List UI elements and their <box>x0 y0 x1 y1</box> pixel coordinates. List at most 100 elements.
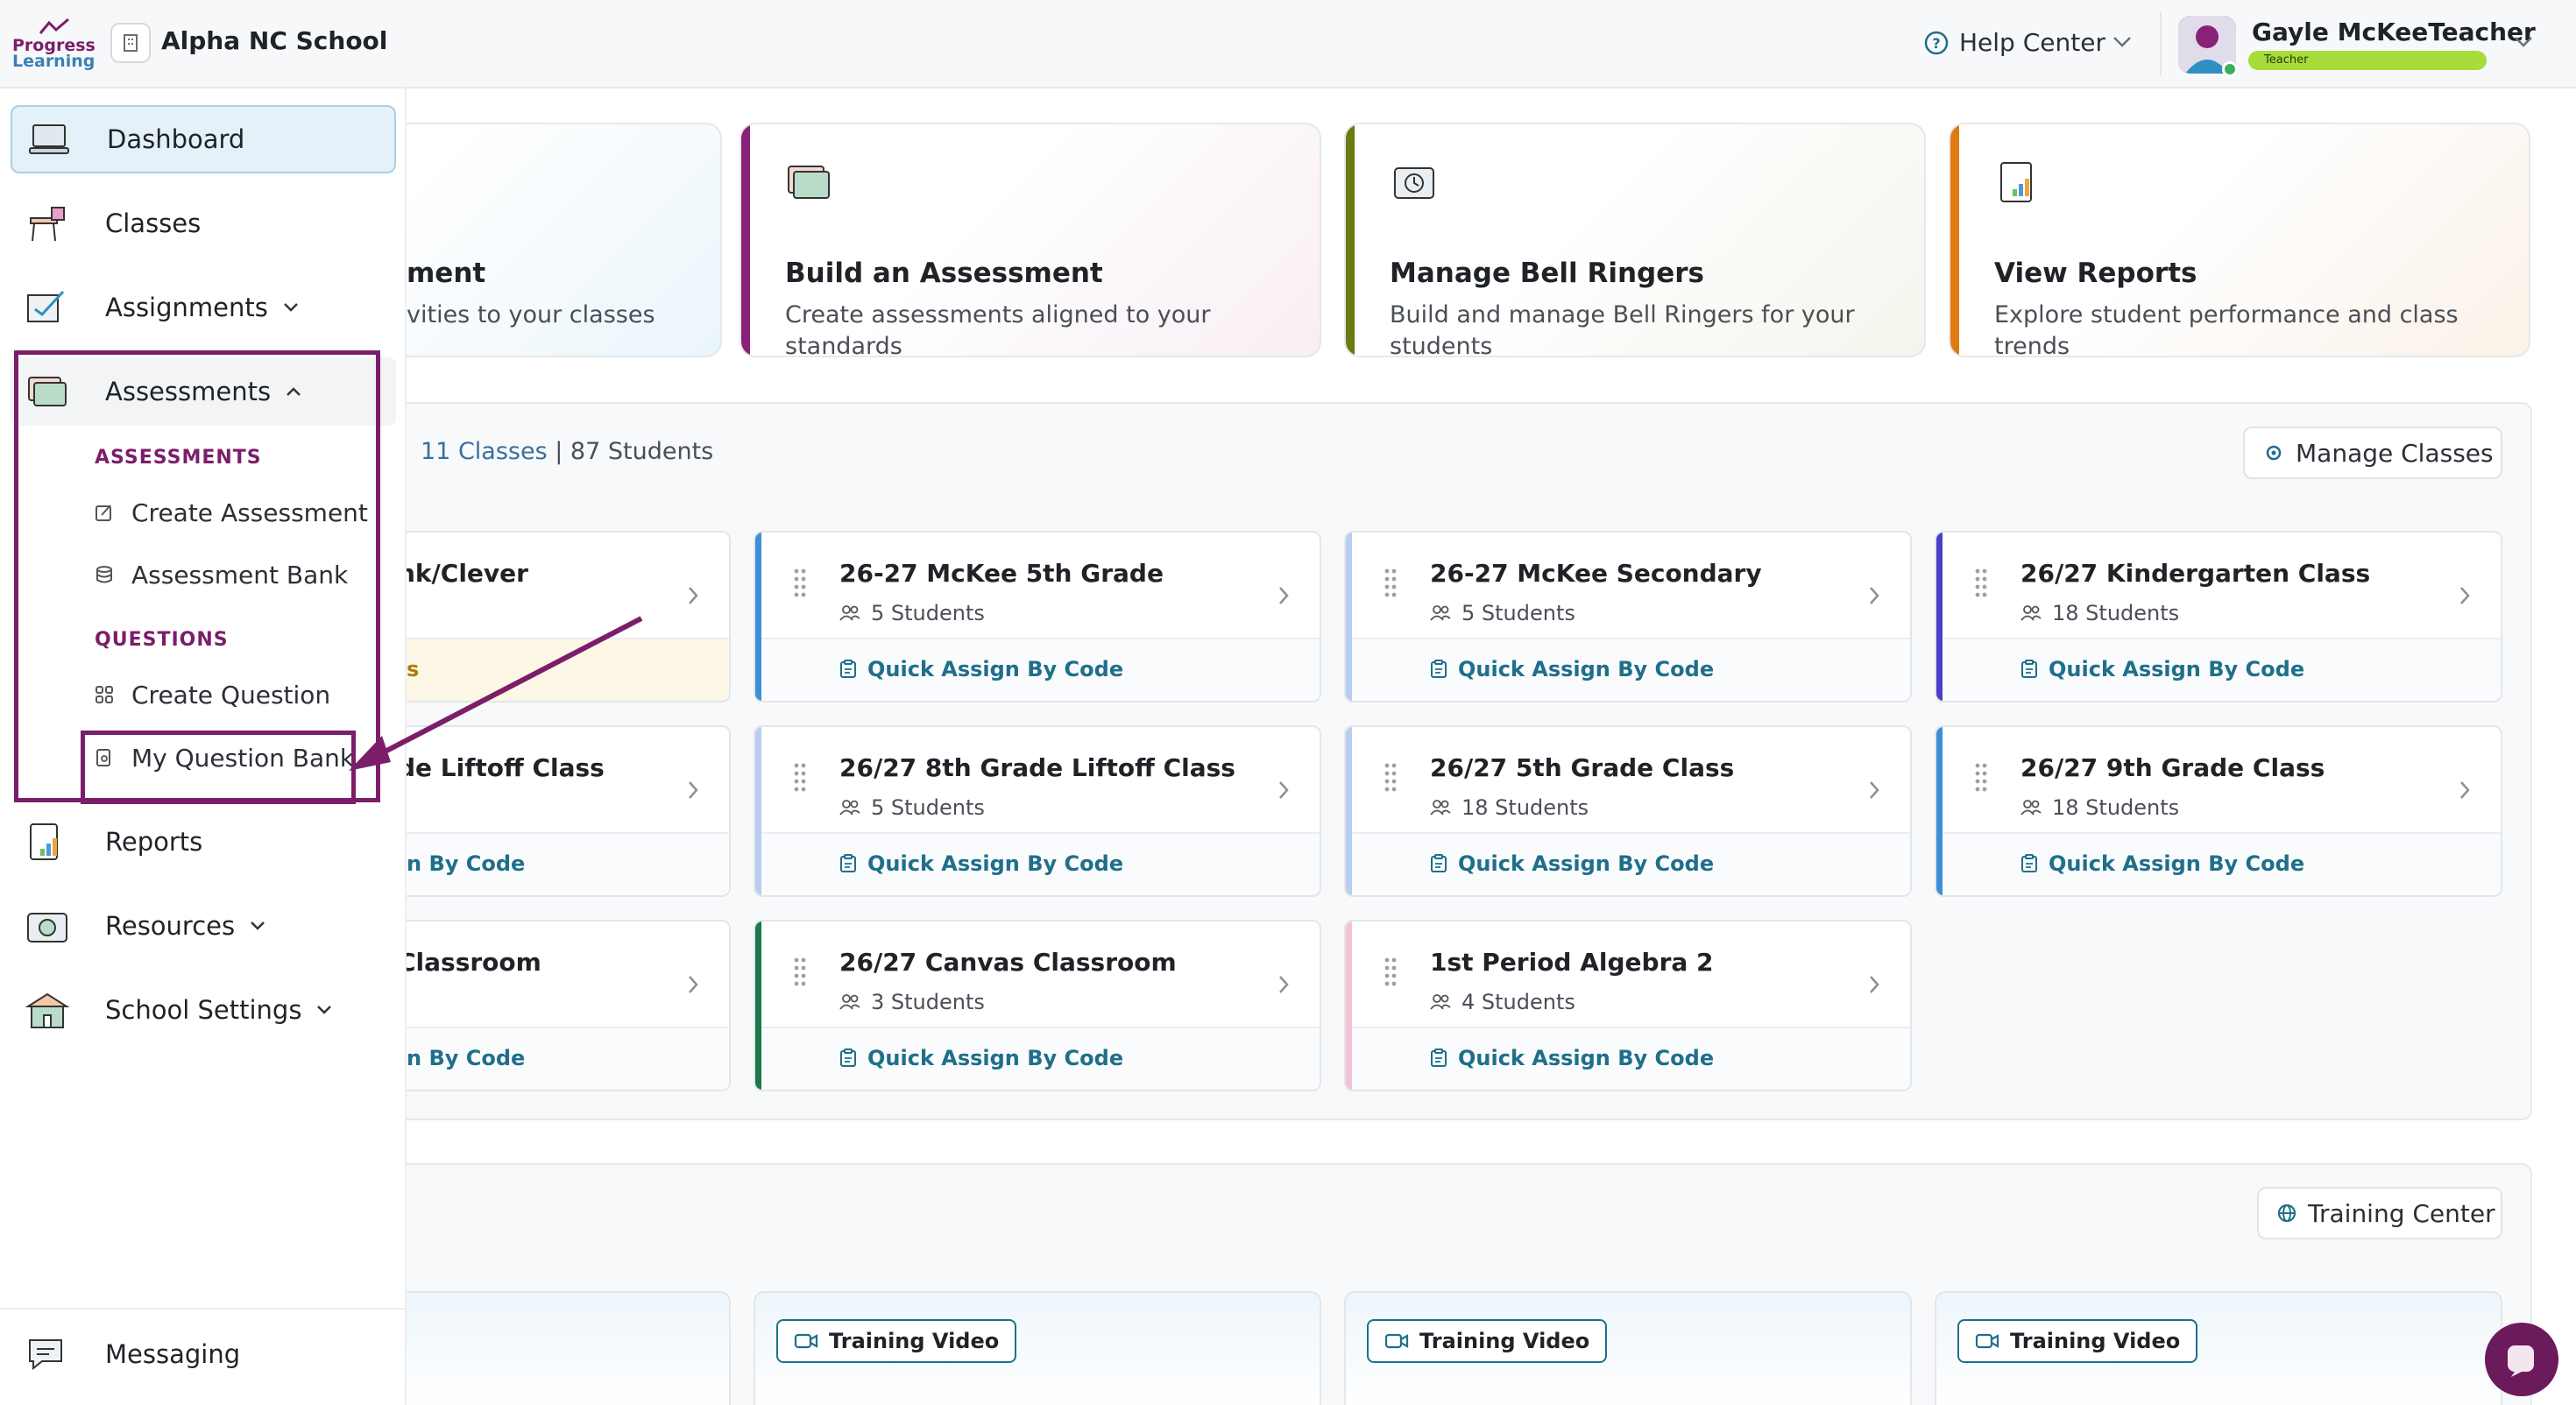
students-icon <box>1430 994 1451 1010</box>
class-name[interactable]: 26/27 Canvas Classroom <box>839 948 1177 977</box>
class-card[interactable]: 26-27 McKee 5th Grade 5 Students Quick A… <box>754 531 1321 702</box>
quick-assign-link[interactable]: Quick Assign By Code <box>2020 851 2304 876</box>
school-name[interactable]: Alpha NC School <box>161 26 387 55</box>
school-building-icon[interactable] <box>110 23 151 63</box>
sidebar-item-messaging[interactable]: Messaging <box>11 1320 396 1388</box>
classroom-desk-icon <box>23 199 72 248</box>
chevron-right-icon[interactable] <box>687 974 699 995</box>
chevron-right-icon[interactable] <box>1868 974 1880 995</box>
stacked-folders-icon <box>785 159 834 201</box>
laptop-icon <box>25 115 74 164</box>
drag-handle-icon[interactable] <box>1384 762 1397 792</box>
card-accent <box>741 124 750 356</box>
sidebar-item-dashboard[interactable]: Dashboard <box>11 105 396 173</box>
chevron-right-icon[interactable] <box>1868 585 1880 606</box>
logo-text-learning: Learning <box>12 52 96 71</box>
drag-handle-icon[interactable] <box>1384 568 1397 597</box>
drag-handle-icon[interactable] <box>1975 568 1987 597</box>
training-card[interactable] <box>407 1291 731 1405</box>
class-card[interactable]: Classroom n By Code <box>407 920 731 1091</box>
help-center-button[interactable]: Help Center <box>1959 28 2105 57</box>
chevron-right-icon[interactable] <box>2459 585 2471 606</box>
class-name[interactable]: 26-27 McKee Secondary <box>1430 559 1762 588</box>
class-card[interactable]: 26/27 Canvas Classroom 3 Students Quick … <box>754 920 1321 1091</box>
class-card[interactable]: 26/27 9th Grade Class 18 Students Quick … <box>1935 725 2502 897</box>
drag-handle-icon[interactable] <box>794 762 806 792</box>
students-icon <box>2020 800 2042 815</box>
class-students: 18 Students <box>2020 601 2179 625</box>
quick-assign-link[interactable]: Quick Assign By Code <box>1430 1046 1714 1070</box>
chat-help-button[interactable] <box>2485 1323 2558 1396</box>
class-card[interactable]: 1st Period Algebra 2 4 Students Quick As… <box>1344 920 1912 1091</box>
sidebar-item-school-settings[interactable]: School Settings <box>11 976 396 1044</box>
class-name[interactable]: 26/27 5th Grade Class <box>1430 753 1734 782</box>
drag-handle-icon[interactable] <box>794 568 806 597</box>
class-name[interactable]: 26/27 Kindergarten Class <box>2020 559 2370 588</box>
students-count: 5 Students <box>871 795 985 820</box>
class-name[interactable]: 26/27 8th Grade Liftoff Class <box>839 753 1235 782</box>
help-circle-icon[interactable]: ? <box>1923 30 1950 56</box>
chevron-right-icon[interactable] <box>687 585 699 606</box>
sidebar-item-assignments[interactable]: Assignments <box>11 273 396 342</box>
class-card[interactable]: 26/27 8th Grade Liftoff Class 5 Students… <box>754 725 1321 897</box>
user-name[interactable]: Gayle McKeeTeacher <box>2252 18 2536 46</box>
sidebar-item-classes[interactable]: Classes <box>11 189 396 258</box>
clipboard-icon <box>2021 660 2037 678</box>
quick-assign-link[interactable]: Quick Assign By Code <box>839 1046 1123 1070</box>
chevron-down-icon[interactable] <box>315 1004 333 1016</box>
action-card-title: Manage Bell Ringers <box>1390 258 1704 289</box>
drag-handle-icon[interactable] <box>1975 762 1987 792</box>
drag-handle-icon[interactable] <box>794 957 806 986</box>
quick-assign-link[interactable]: Quick Assign By Code <box>1430 657 1714 681</box>
class-students: 4 Students <box>1430 990 1575 1014</box>
clipboard-icon <box>2021 854 2037 872</box>
chevron-down-icon[interactable] <box>282 301 300 314</box>
class-name[interactable]: 1st Period Algebra 2 <box>1430 948 1714 977</box>
classes-count-link[interactable]: 11 Classes <box>421 438 548 465</box>
training-card[interactable]: Training Video <box>1344 1291 1912 1405</box>
training-center-button[interactable]: Training Center <box>2257 1187 2502 1239</box>
quick-assign-label: Quick Assign By Code <box>867 1046 1124 1070</box>
sidebar-item-label: Reports <box>105 827 203 857</box>
chevron-right-icon[interactable] <box>1277 780 1290 801</box>
quick-assign-link[interactable]: n By Code <box>407 851 525 876</box>
online-status-dot <box>2222 61 2238 77</box>
class-color-bar <box>1346 533 1352 701</box>
students-icon <box>839 994 860 1010</box>
students-icon <box>1430 605 1451 621</box>
drag-handle-icon[interactable] <box>1384 957 1397 986</box>
quick-assign-link[interactable]: Quick Assign By Code <box>839 657 1123 681</box>
class-card[interactable]: 26-27 McKee Secondary 5 Students Quick A… <box>1344 531 1912 702</box>
video-camera-icon <box>794 1333 818 1349</box>
class-name[interactable]: 26/27 9th Grade Class <box>2020 753 2325 782</box>
class-name[interactable]: 26-27 McKee 5th Grade <box>839 559 1164 588</box>
class-students: 5 Students <box>1430 601 1575 625</box>
chevron-right-icon[interactable] <box>687 780 699 801</box>
class-card[interactable]: 26/27 5th Grade Class 18 Students Quick … <box>1344 725 1912 897</box>
sidebar-item-label: Dashboard <box>107 124 245 154</box>
training-card[interactable]: Training Video <box>1935 1291 2502 1405</box>
action-card-bell-ringers[interactable]: Manage Bell Ringers Build and manage Bel… <box>1344 123 1926 357</box>
chevron-right-icon[interactable] <box>1277 974 1290 995</box>
chevron-down-icon[interactable] <box>2112 35 2133 49</box>
class-color-bar <box>1936 727 1943 895</box>
sidebar-item-resources[interactable]: Resources <box>11 892 396 960</box>
students-count: | 87 Students <box>555 438 714 465</box>
training-card[interactable]: Training Video <box>754 1291 1321 1405</box>
action-card-view-reports[interactable]: View Reports Explore student performance… <box>1949 123 2530 357</box>
quick-assign-link[interactable]: n By Code <box>407 1046 525 1070</box>
quick-assign-link[interactable]: Quick Assign By Code <box>2020 657 2304 681</box>
quick-assign-link[interactable]: Quick Assign By Code <box>1430 851 1714 876</box>
action-card-build-assessment[interactable]: Build an Assessment Create assessments a… <box>740 123 1321 357</box>
chevron-right-icon[interactable] <box>1868 780 1880 801</box>
sidebar-item-reports[interactable]: Reports <box>11 808 396 876</box>
manage-classes-button[interactable]: Manage Classes <box>2243 427 2502 479</box>
chevron-down-icon[interactable] <box>2513 35 2534 49</box>
chevron-right-icon[interactable] <box>2459 780 2471 801</box>
quick-assign-link[interactable]: Quick Assign By Code <box>839 851 1123 876</box>
class-card[interactable]: 26/27 Kindergarten Class 18 Students Qui… <box>1935 531 2502 702</box>
chevron-down-icon[interactable] <box>249 920 266 932</box>
chevron-right-icon[interactable] <box>1277 585 1290 606</box>
chat-icon <box>2508 1345 2534 1377</box>
header-divider <box>2160 12 2162 75</box>
